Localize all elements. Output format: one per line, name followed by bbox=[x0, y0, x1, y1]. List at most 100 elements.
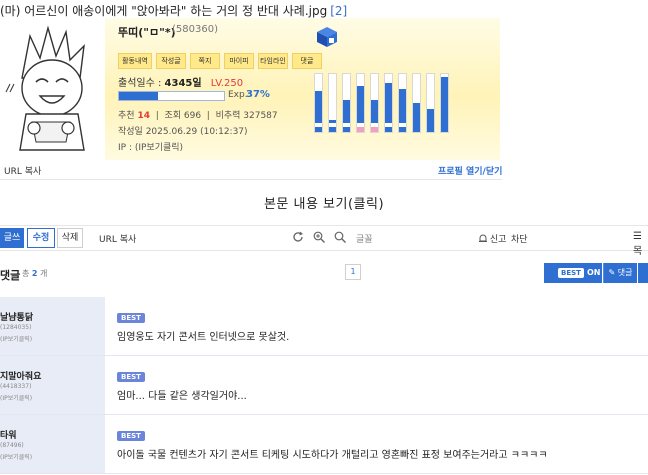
best-badge: BEST bbox=[117, 431, 145, 441]
user-cube-icon bbox=[316, 26, 338, 48]
search-icon[interactable] bbox=[334, 231, 346, 243]
post-title: (마) 어르신이 애송이에게 "앉아봐라" 하는 거의 정 반대 사례.jpg[… bbox=[0, 2, 347, 19]
attendance-label: 출석일수 : bbox=[118, 78, 162, 89]
profile-menu-mypi[interactable]: 마이피 bbox=[224, 53, 254, 69]
list-label: 목 bbox=[633, 246, 643, 257]
profile-menu-comments[interactable]: 댓글 bbox=[292, 53, 322, 69]
activity-bar bbox=[440, 73, 449, 133]
delete-button[interactable]: 삭제 bbox=[57, 228, 83, 248]
profile-menu: 활동내역 작성글 쪽지 마이피 타임라인 댓글 bbox=[118, 53, 326, 69]
activity-bar-fill bbox=[357, 85, 364, 123]
write-comment-label: 댓글 bbox=[617, 268, 633, 277]
activity-bar-fill bbox=[413, 103, 420, 132]
font-search-input[interactable]: 글꼴 bbox=[356, 232, 373, 245]
best-badge: BEST bbox=[117, 313, 145, 323]
comments-total-prefix: 총 bbox=[22, 269, 30, 278]
exp-progress-fill bbox=[119, 92, 158, 100]
profile-menu-posts[interactable]: 작성글 bbox=[156, 53, 186, 69]
profile-menu-timeline[interactable]: 타임라인 bbox=[258, 53, 288, 69]
page-number-button[interactable]: 1 bbox=[345, 264, 361, 280]
comment-author-name[interactable]: 타워 bbox=[0, 428, 17, 441]
recommend-value: 14 bbox=[137, 111, 150, 121]
activity-bar bbox=[426, 73, 435, 133]
profile-url-copy-button[interactable]: URL 복사 bbox=[4, 164, 41, 177]
comment-text: 아이돌 국물 컨텐츠가 자기 콘서트 티케팅 시도하다가 개털리고 영혼빠진 표… bbox=[117, 450, 548, 461]
comment-text: 임영웅도 자기 콘서트 인터넷으로 못살것. bbox=[117, 332, 290, 343]
zoom-in-icon[interactable] bbox=[313, 231, 325, 243]
comment-list: 날냠통닭 (1284035) (IP보기클릭) BEST 임영웅도 자기 콘서트… bbox=[0, 297, 648, 474]
best-badge: BEST bbox=[117, 372, 145, 382]
write-button[interactable]: 글쓰기 bbox=[0, 228, 24, 263]
author-id: (580360) bbox=[172, 24, 218, 35]
ratio-label: 비추력 bbox=[215, 111, 241, 121]
comment-ip-link[interactable]: (IP보기클릭) bbox=[0, 452, 32, 461]
avatar-image bbox=[5, 25, 85, 151]
profile-menu-message[interactable]: 쪽지 bbox=[190, 53, 220, 69]
comment-row: 타워 (87496) (IP보기클릭) BEST 아이돌 국물 컨텐츠가 자기 … bbox=[0, 415, 648, 474]
activity-bar bbox=[328, 73, 337, 133]
activity-bar-stripe bbox=[399, 127, 406, 132]
written-at: 작성일 2025.06.29 (10:12:37) bbox=[118, 127, 248, 137]
comment-author-panel: 지말아줘요 (4418337) (IP보기클릭) bbox=[0, 356, 105, 414]
write-comment-button[interactable]: ✎ 댓글 bbox=[603, 263, 637, 283]
comment-author-id: (4418337) bbox=[0, 383, 32, 390]
comment-author-name[interactable]: 날냠통닭 bbox=[0, 310, 33, 323]
comments-total: 총 2 개 bbox=[22, 268, 47, 279]
activity-bar-fill bbox=[343, 100, 350, 123]
ratio-value: 327587 bbox=[243, 111, 278, 121]
comment-author-name[interactable]: 지말아줘요 bbox=[0, 369, 41, 382]
ip-view-link[interactable]: IP : (IP보기클릭) bbox=[118, 140, 183, 153]
comment-author-panel: 타워 (87496) (IP보기클릭) bbox=[0, 415, 105, 473]
best-toggle-pill: BEST bbox=[558, 268, 584, 278]
list-button[interactable]: ☰목 bbox=[633, 231, 648, 257]
profile-toggle-link[interactable]: 프로필 열기/닫기 bbox=[438, 164, 502, 177]
activity-bar-stripe bbox=[329, 127, 336, 132]
views-value: 696 bbox=[183, 111, 202, 121]
avatar[interactable] bbox=[0, 18, 105, 160]
activity-bar bbox=[384, 73, 393, 133]
report-button[interactable]: 신고 bbox=[479, 232, 506, 245]
post-comment-count[interactable]: [2] bbox=[330, 4, 347, 18]
exp-percent: 37% bbox=[246, 89, 270, 100]
bell-icon bbox=[479, 234, 487, 242]
comments-total-count: 2 bbox=[31, 269, 38, 278]
toolbar-url-copy-button[interactable]: URL 복사 bbox=[99, 232, 136, 245]
activity-bars bbox=[314, 73, 449, 133]
activity-bar bbox=[356, 73, 365, 133]
activity-bar-fill bbox=[399, 88, 406, 123]
activity-bar-fill bbox=[371, 100, 378, 123]
activity-bar-stripe bbox=[385, 127, 392, 132]
comment-author-panel: 날냠통닭 (1284035) (IP보기클릭) bbox=[0, 297, 105, 355]
list-icon: ☰ bbox=[633, 231, 642, 242]
post-toolbar: 글쓰기 수정 삭제 URL 복사 글꼴 신고 차단 ☰목 bbox=[0, 225, 648, 263]
comments-total-suffix: 개 bbox=[40, 269, 48, 278]
activity-bar bbox=[370, 73, 379, 133]
image-comment-icon[interactable] bbox=[638, 263, 648, 283]
comments-title: 댓글 bbox=[0, 269, 21, 282]
views-label: 조회 bbox=[164, 111, 182, 121]
view-body-button[interactable]: 본문 내용 보기(클릭) bbox=[0, 193, 648, 212]
activity-bar-fill bbox=[427, 108, 434, 132]
best-toggle-button[interactable]: BEST ON bbox=[544, 263, 602, 283]
post-stats: 추천 14 | 조회 696 | 비추력 327587 bbox=[118, 111, 278, 121]
comment-row: 지말아줘요 (4418337) (IP보기클릭) BEST 엄마... 다들 같… bbox=[0, 356, 648, 415]
edit-button[interactable]: 수정 bbox=[27, 228, 55, 248]
comment-author-id: (1284035) bbox=[0, 324, 32, 331]
comment-ip-link[interactable]: (IP보기클릭) bbox=[0, 393, 32, 402]
activity-bar-fill bbox=[385, 82, 392, 123]
level-value: LV.250 bbox=[210, 78, 244, 89]
activity-bar-stripe bbox=[371, 127, 378, 132]
activity-bar-fill bbox=[315, 91, 322, 123]
best-toggle-state: ON bbox=[586, 268, 601, 277]
comment-row: 날냠통닭 (1284035) (IP보기클릭) BEST 임영웅도 자기 콘서트… bbox=[0, 297, 648, 356]
activity-bar bbox=[342, 73, 351, 133]
activity-bar-stripe bbox=[343, 127, 350, 132]
comment-ip-link[interactable]: (IP보기클릭) bbox=[0, 334, 32, 343]
block-button[interactable]: 차단 bbox=[511, 232, 528, 245]
refresh-icon[interactable] bbox=[292, 231, 304, 243]
profile-menu-activity[interactable]: 활동내역 bbox=[118, 53, 152, 69]
recommend-label: 추천 bbox=[118, 111, 135, 121]
activity-bar bbox=[314, 73, 323, 133]
author-nickname[interactable]: 뚜띠("ㅁ"*) bbox=[118, 24, 176, 40]
comments-header: 댓글 총 2 개 1 BEST ON ✎ 댓글 bbox=[0, 262, 648, 286]
